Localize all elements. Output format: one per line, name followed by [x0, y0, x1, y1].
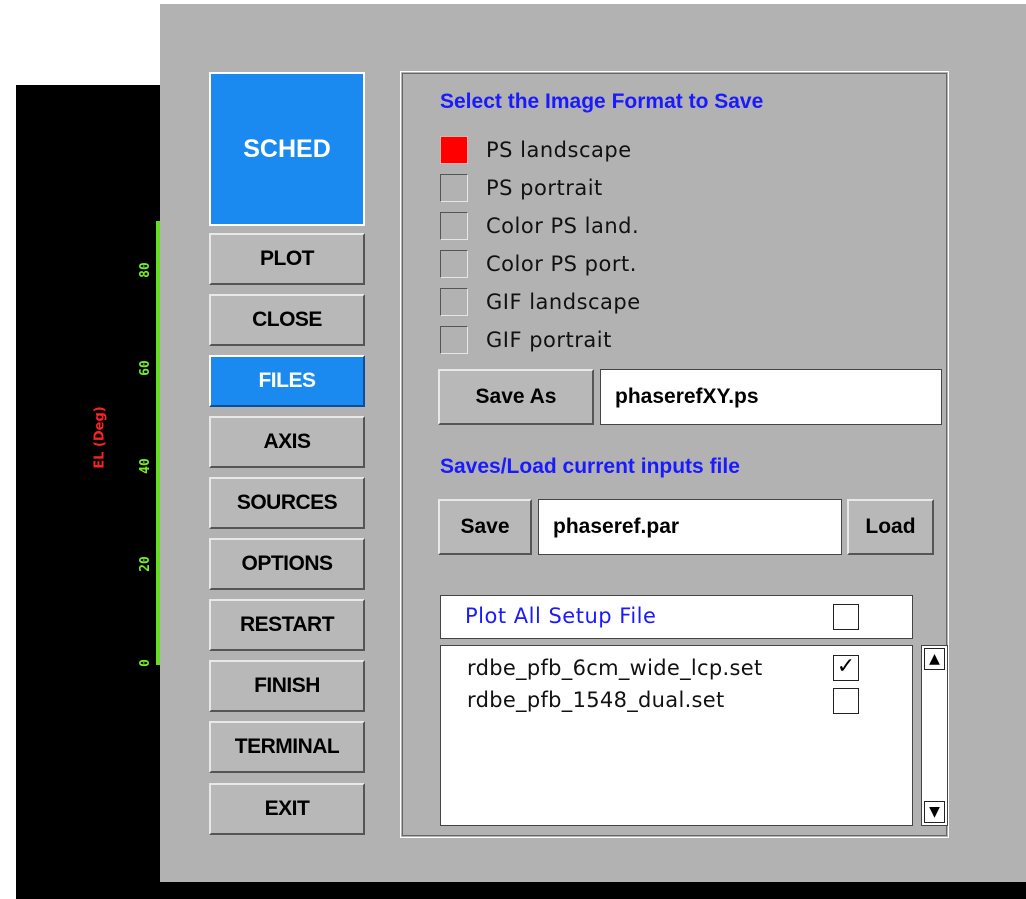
y-tick-label: 60 — [138, 360, 153, 376]
file-list-scrollbar[interactable]: ▲ ▼ — [921, 645, 948, 826]
save-as-button[interactable]: Save As — [438, 369, 594, 425]
setup-file-checkbox[interactable] — [833, 688, 859, 714]
restart-button[interactable]: RESTART — [209, 599, 365, 651]
format-option-label: PS portrait — [486, 176, 603, 200]
axis-button[interactable]: AXIS — [209, 416, 365, 468]
format-checkbox[interactable] — [440, 288, 468, 316]
y-tick-label: 40 — [138, 458, 153, 474]
sources-button[interactable]: SOURCES — [209, 477, 365, 529]
format-option-gif-portrait[interactable]: GIF portrait — [440, 326, 612, 354]
format-option-label: Color PS land. — [486, 214, 640, 238]
plot-button[interactable]: PLOT — [209, 233, 365, 285]
format-option-label: GIF landscape — [486, 290, 641, 314]
save-inputs-button[interactable]: Save — [438, 499, 532, 555]
inputs-section-title: Saves/Load current inputs file — [440, 455, 740, 478]
format-option-ps-portrait[interactable]: PS portrait — [440, 174, 603, 202]
y-tick-label: 20 — [138, 556, 153, 572]
terminal-button[interactable]: TERMINAL — [209, 721, 365, 773]
setup-file-checkbox[interactable]: ✓ — [833, 655, 859, 681]
plot-all-setup-row[interactable]: Plot All Setup File — [440, 595, 913, 639]
app-root: 80 60 40 20 0 EL (Deg) SCHED PLOT CLOSE … — [0, 0, 1026, 899]
setup-file-item[interactable]: rdbe_pfb_6cm_wide_lcp.set — [467, 656, 763, 680]
format-checkbox[interactable] — [440, 212, 468, 240]
inputs-filename-field[interactable]: phaseref.par — [538, 499, 842, 555]
format-checkbox[interactable] — [440, 250, 468, 278]
sched-logo-button[interactable]: SCHED — [209, 72, 365, 226]
load-inputs-button[interactable]: Load — [847, 499, 934, 555]
format-option-color-ps-port[interactable]: Color PS port. — [440, 250, 637, 278]
options-button[interactable]: OPTIONS — [209, 538, 365, 590]
exit-button[interactable]: EXIT — [209, 783, 365, 835]
format-option-label: GIF portrait — [486, 328, 612, 352]
format-option-label: PS landscape — [486, 138, 632, 162]
scroll-up-arrow-icon[interactable]: ▲ — [924, 648, 945, 670]
format-option-ps-landscape[interactable]: PS landscape — [440, 136, 632, 164]
y-axis-title: EL (Deg) — [92, 406, 108, 469]
format-option-color-ps-land[interactable]: Color PS land. — [440, 212, 639, 240]
format-checkbox[interactable] — [440, 326, 468, 354]
format-section-title: Select the Image Format to Save — [440, 90, 764, 113]
y-tick-label: 80 — [138, 262, 153, 278]
checkmark-icon: ✓ — [836, 654, 856, 679]
plot-all-checkbox[interactable] — [833, 604, 859, 630]
finish-button[interactable]: FINISH — [209, 660, 365, 712]
y-tick-label: 0 — [138, 659, 153, 667]
format-option-label: Color PS port. — [486, 252, 637, 276]
scroll-down-arrow-icon[interactable]: ▼ — [924, 801, 945, 823]
setup-file-item[interactable]: rdbe_pfb_1548_dual.set — [467, 688, 725, 712]
format-checkbox[interactable] — [440, 174, 468, 202]
format-checkbox[interactable] — [440, 136, 468, 164]
image-filename-field[interactable]: phaserefXY.ps — [600, 369, 942, 425]
format-option-gif-landscape[interactable]: GIF landscape — [440, 288, 641, 316]
setup-file-list: rdbe_pfb_6cm_wide_lcp.set ✓ rdbe_pfb_154… — [440, 645, 913, 826]
close-button[interactable]: CLOSE — [209, 294, 365, 346]
plot-all-setup-label: Plot All Setup File — [465, 604, 657, 628]
files-button[interactable]: FILES — [209, 355, 365, 407]
